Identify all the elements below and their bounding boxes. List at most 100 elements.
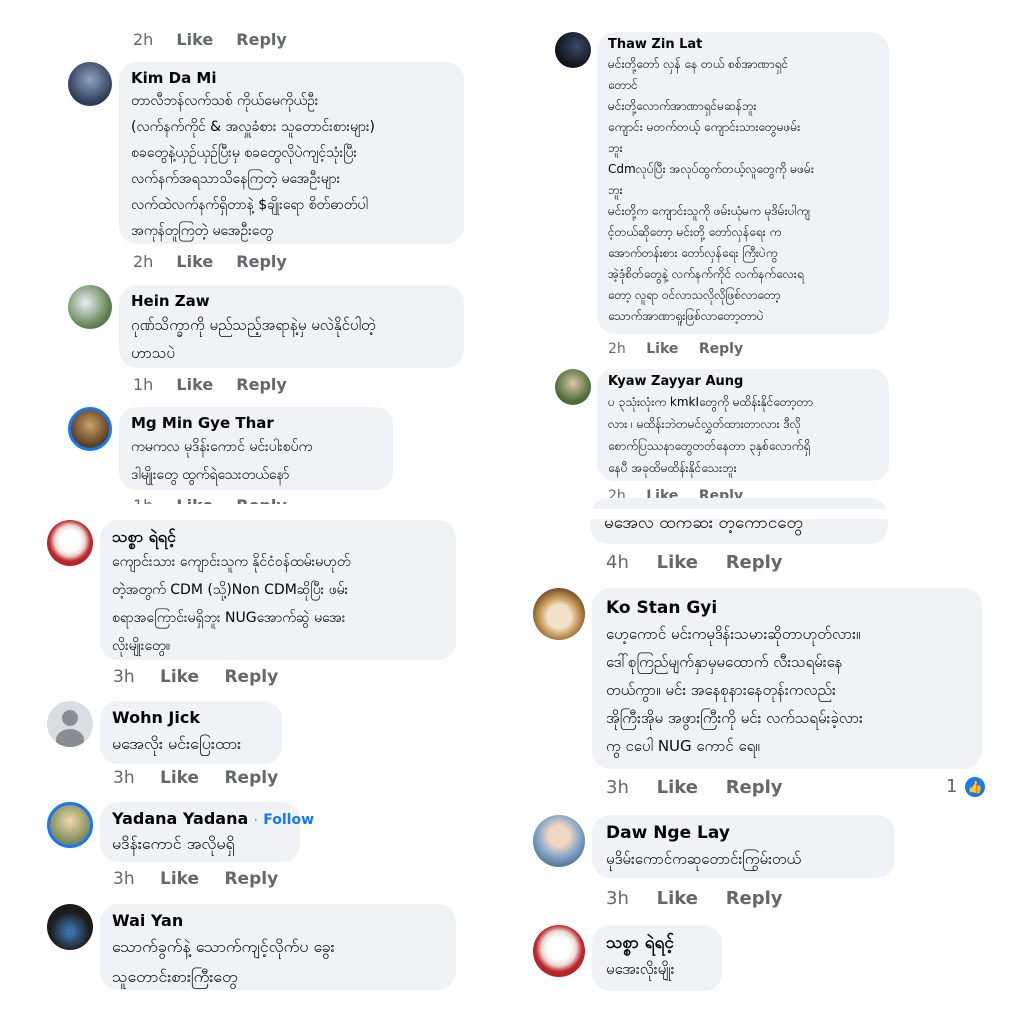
comment-text: မအေးလိုးမျိုး xyxy=(606,960,675,978)
avatar[interactable] xyxy=(68,407,112,451)
commenter-name[interactable]: Wohn Jick xyxy=(112,707,270,729)
follow-button[interactable]: Follow xyxy=(263,812,314,828)
timestamp: 4h xyxy=(606,552,629,573)
comment-bubble: Kyaw Zayyar Aung ပ ၃သုံးလုံးက kmkIတွေကို… xyxy=(597,369,889,481)
avatar[interactable] xyxy=(47,904,93,950)
screenshot-seam xyxy=(560,509,900,519)
timestamp: 1h xyxy=(133,375,154,394)
like-button[interactable]: Like xyxy=(657,777,698,798)
comment-text: မအေလိုး မင်းပြေးထား xyxy=(112,734,242,753)
avatar[interactable] xyxy=(533,588,585,640)
timestamp: 3h xyxy=(606,777,629,798)
like-button[interactable]: Like xyxy=(176,30,213,49)
comment-actions: 3h Like Reply xyxy=(113,768,278,788)
timestamp: 1h xyxy=(133,496,153,504)
person-icon-body xyxy=(56,729,84,747)
like-button[interactable]: Like xyxy=(160,869,199,889)
comment-actions: 1h Like Reply xyxy=(133,496,287,504)
timestamp: 3h xyxy=(606,888,629,909)
comment-actions: 3h Like Reply xyxy=(606,777,783,798)
comment-bubble: သစ္စာ ရဲရင့် မအေးလိုးမျိုး xyxy=(592,925,722,991)
timestamp: 2h xyxy=(133,252,154,271)
comment-text: ဂုဏ်သိက္ခာကို မည်သည့်အရာနဲ့မှ မလဲနိုင်ပါ… xyxy=(131,316,376,362)
avatar[interactable] xyxy=(533,925,585,977)
reaction-count[interactable]: 1 👍 xyxy=(946,776,986,797)
commenter-name[interactable]: Kim Da Mi xyxy=(131,68,452,88)
commenter-name[interactable]: သစ္စာ ရဲရင့် xyxy=(112,526,444,548)
like-button[interactable]: Like xyxy=(176,252,213,271)
like-button[interactable]: Like xyxy=(176,496,213,504)
comment-actions: 2h Like Reply xyxy=(133,252,287,271)
avatar[interactable] xyxy=(47,802,93,848)
comment-text: ကျောင်းသား ကျောင်းသူက နိုင်ငံ၀န်ထမ်းမဟုတ… xyxy=(112,554,351,654)
avatar[interactable] xyxy=(68,285,112,329)
reply-button[interactable]: Reply xyxy=(236,30,287,49)
like-button[interactable]: Like xyxy=(657,888,698,909)
comment-bubble: Kim Da Mi တာလီဘန်လက်သစ် ကိုယ်မေကိုယ်ဦး (… xyxy=(119,62,464,244)
reply-button[interactable]: Reply xyxy=(224,768,278,788)
commenter-name[interactable]: Daw Nge Lay xyxy=(606,821,881,845)
comment-text: တာလီဘန်လက်သစ် ကိုယ်မေကိုယ်ဦး (လက်နက်ကိုင… xyxy=(131,93,376,239)
comment-bubble: သစ္စာ ရဲရင့် ကျောင်းသား ကျောင်းသူက နိုင်… xyxy=(100,520,456,660)
comment-text: ဟေ့ကောင် မင်းကမုဒိန်းသမားဆိုတာဟုတ်လား။ ဒ… xyxy=(606,625,863,755)
like-button[interactable]: Like xyxy=(160,667,199,687)
avatar[interactable] xyxy=(68,62,112,106)
commenter-name[interactable]: Thaw Zin Lat xyxy=(608,36,878,54)
like-reaction-icon: 👍 xyxy=(965,777,986,797)
comment-bubble: Wai Yan သောက်ခွက်နဲ့ သောက်ကျင့်လိုက်ပ ခွ… xyxy=(100,904,456,990)
reply-button[interactable]: Reply xyxy=(224,869,278,889)
commenter-name[interactable]: Wai Yan xyxy=(112,910,444,932)
comment-bubble: Wohn Jick မအေလိုး မင်းပြေးထား xyxy=(100,701,282,764)
comment-text: သောက်ခွက်နဲ့ သောက်ကျင့်လိုက်ပ ခွေး သူတော… xyxy=(112,937,335,986)
avatar[interactable] xyxy=(47,701,93,747)
comment-bubble: Mg Min Gye Thar ကမကလ မုဒိန်းကောင် မင်းပါ… xyxy=(119,407,393,490)
comment-actions: 3h Like Reply xyxy=(606,888,783,909)
reply-button[interactable]: Reply xyxy=(224,667,278,687)
reply-button[interactable]: Reply xyxy=(726,552,783,573)
comment-actions: 3h Like Reply xyxy=(113,869,278,889)
reply-button[interactable]: Reply xyxy=(236,496,287,504)
commenter-name[interactable]: Hein Zaw xyxy=(131,291,452,311)
comment-bubble: Daw Nge Lay မုဒိမ်းကောင်ကဆုတောင်းကြွမ်းတ… xyxy=(592,815,895,878)
like-button[interactable]: Like xyxy=(176,375,213,394)
reply-button[interactable]: Reply xyxy=(236,252,287,271)
avatar[interactable] xyxy=(555,32,591,68)
comment-bubble: Ko Stan Gyi ဟေ့ကောင် မင်းကမုဒိန်းသမားဆို… xyxy=(592,588,982,769)
reply-button[interactable]: Reply xyxy=(699,341,743,357)
comment-actions: 1h Like Reply xyxy=(133,375,287,394)
commenter-name-row: Yadana Yadana · Follow xyxy=(112,808,314,831)
comment-bubble: Yadana Yadana · Follow မဒိန်းကောင် အလိုမ… xyxy=(100,802,314,862)
comment-text: ပ ၃သုံးလုံးက kmkIတွေကို မထိန်းနိုင်တော့တ… xyxy=(608,395,814,475)
like-button[interactable]: Like xyxy=(646,341,678,357)
comment-actions: 4h Like Reply xyxy=(606,552,783,573)
timestamp: 3h xyxy=(113,768,135,788)
reaction-number: 1 xyxy=(946,776,958,797)
avatar[interactable] xyxy=(555,369,591,405)
comment-text: ကမကလ မုဒိန်းကောင် မင်းပါးစပ်က ဒါမျိုးတွေ… xyxy=(131,439,313,483)
comment-bubble: Hein Zaw ဂုဏ်သိက္ခာကို မည်သည့်အရာနဲ့မှ မ… xyxy=(119,285,464,368)
separator: · xyxy=(253,813,258,827)
commenter-name[interactable]: Kyaw Zayyar Aung xyxy=(608,373,878,391)
comment-bubble: မအေလ ထကဆး တဲ့ကောင်တွေ xyxy=(590,498,888,544)
like-button[interactable]: Like xyxy=(657,552,698,573)
commenter-name[interactable]: Mg Min Gye Thar xyxy=(131,413,381,433)
timestamp: 3h xyxy=(113,869,135,889)
comment-actions: 2h Like Reply xyxy=(608,341,743,357)
timestamp: 2h xyxy=(133,30,154,49)
like-button[interactable]: Like xyxy=(160,768,199,788)
avatar[interactable] xyxy=(533,815,585,867)
commenter-name[interactable]: Ko Stan Gyi xyxy=(606,596,968,620)
commenter-name[interactable]: Yadana Yadana xyxy=(112,809,248,828)
comment-text: မုဒိမ်းကောင်ကဆုတောင်းကြွမ်းတယ် xyxy=(606,850,802,868)
commenter-name[interactable]: သစ္စာ ရဲရင့် xyxy=(606,931,708,955)
reply-button[interactable]: Reply xyxy=(726,777,783,798)
comment-bubble: Thaw Zin Lat မင်းတို့တော် လှန် နေ တယ် စစ… xyxy=(597,32,889,334)
person-icon xyxy=(62,710,78,726)
comment-text: မဒိန်းကောင် အလိုမရှိ xyxy=(112,834,235,853)
reply-button[interactable]: Reply xyxy=(236,375,287,394)
reply-button[interactable]: Reply xyxy=(726,888,783,909)
avatar[interactable] xyxy=(47,520,93,566)
comment-actions: 2h Like Reply xyxy=(133,30,287,49)
comment-text: မင်းတို့တော် လှန် နေ တယ် စစ်အာဏာရှင် တော… xyxy=(608,57,814,323)
timestamp: 3h xyxy=(113,667,135,687)
